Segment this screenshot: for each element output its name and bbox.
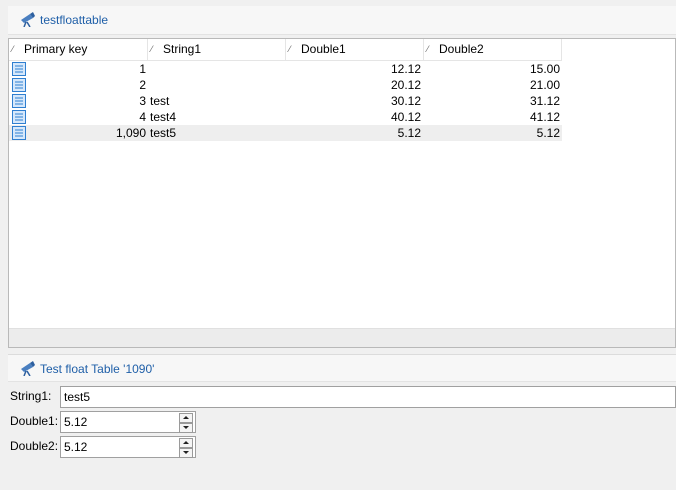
- spin-up-icon[interactable]: [179, 413, 193, 423]
- spin-up-icon[interactable]: [179, 438, 193, 448]
- telescope-icon: [21, 12, 35, 27]
- double1-stepper[interactable]: [179, 413, 193, 433]
- column-header-double1[interactable]: ⁄ Double1: [286, 39, 424, 60]
- double1-field[interactable]: 5.12: [60, 411, 196, 433]
- spin-down-icon[interactable]: [179, 448, 193, 458]
- table-panel-header: testfloattable: [8, 6, 676, 35]
- double2-label: Double2:: [10, 439, 59, 453]
- table-row-selected[interactable]: 1,090 test5 5.12 5.12: [9, 125, 562, 141]
- sort-icon: ⁄: [12, 44, 14, 54]
- record-icon: [12, 94, 26, 108]
- double2-stepper[interactable]: [179, 438, 193, 458]
- form-panel-title: Test float Table '1090': [40, 362, 155, 376]
- records-table[interactable]: ⁄ Primary key ⁄ String1 ⁄ Double1 ⁄ Doub…: [8, 38, 676, 348]
- telescope-icon: [21, 361, 35, 376]
- sort-icon: ⁄: [151, 44, 153, 54]
- string1-field[interactable]: test5: [60, 386, 676, 408]
- record-icon: [12, 126, 26, 140]
- table-row[interactable]: 2 20.12 21.00: [9, 77, 562, 93]
- string1-label: String1:: [10, 389, 52, 403]
- table-row[interactable]: 1 12.12 15.00: [9, 61, 562, 77]
- record-icon: [12, 110, 26, 124]
- column-header-double2[interactable]: ⁄ Double2: [424, 39, 562, 60]
- horizontal-scrollbar[interactable]: [9, 328, 675, 347]
- column-header-primary-key[interactable]: ⁄ Primary key: [9, 39, 148, 60]
- table-panel-title: testfloattable: [40, 13, 109, 27]
- sort-icon: ⁄: [427, 44, 429, 54]
- sort-icon: ⁄: [289, 44, 291, 54]
- form-panel-header: Test float Table '1090': [8, 354, 676, 382]
- spin-down-icon[interactable]: [179, 423, 193, 433]
- double1-label: Double1:: [10, 414, 59, 428]
- record-icon: [12, 78, 26, 92]
- record-icon: [12, 62, 26, 76]
- column-header-string1[interactable]: ⁄ String1: [148, 39, 286, 60]
- table-row[interactable]: 4 test4 40.12 41.12: [9, 109, 562, 125]
- double2-field[interactable]: 5.12: [60, 436, 196, 458]
- table-row[interactable]: 3 test 30.12 31.12: [9, 93, 562, 109]
- table-header: ⁄ Primary key ⁄ String1 ⁄ Double1 ⁄ Doub…: [9, 39, 562, 61]
